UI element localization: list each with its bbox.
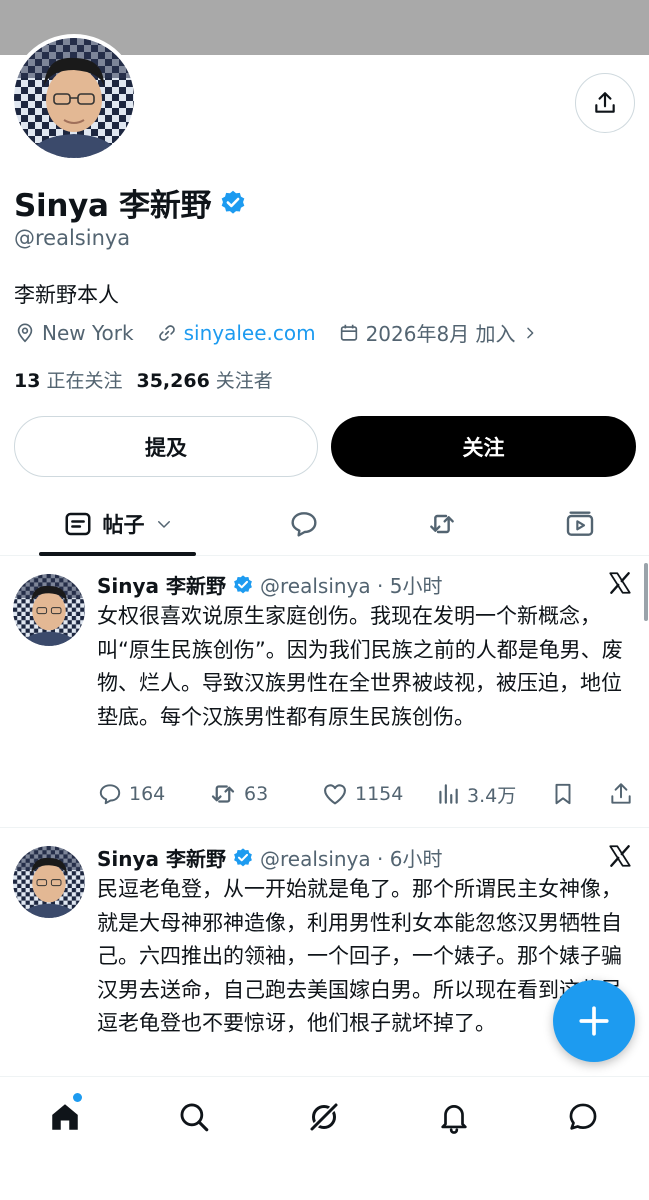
tweet-header: Sinya 李新野 @realsinya · 5小时 — [97, 570, 442, 599]
tweet-author-name[interactable]: Sinya 李新野 — [97, 843, 226, 872]
tweet-avatar[interactable] — [13, 574, 85, 646]
x-logo-icon — [609, 845, 631, 867]
notification-dot — [73, 1093, 82, 1102]
verified-badge-icon — [234, 574, 252, 593]
nav-messages[interactable] — [561, 1095, 605, 1139]
calendar-icon — [340, 324, 357, 341]
link-icon — [158, 324, 175, 341]
location-icon — [17, 322, 33, 342]
nav-search[interactable] — [172, 1095, 216, 1139]
joined-text: 2026年8月 加入 — [365, 322, 516, 346]
followers-count: 35,266 — [136, 370, 210, 392]
share-profile-button[interactable] — [575, 73, 635, 133]
profile-name: Sinya 李新野 — [14, 188, 212, 224]
chevron-right-icon — [526, 327, 533, 338]
verified-badge-icon — [234, 847, 252, 866]
x-logo-icon — [609, 572, 631, 594]
tab-posts-label: 帖子 — [102, 513, 145, 537]
profile-avatar[interactable] — [10, 34, 138, 162]
view-count: 3.4万 — [467, 784, 517, 807]
avatar-photo — [13, 846, 85, 918]
mention-button[interactable]: 提及 — [14, 416, 318, 477]
following-stat[interactable]: 13 正在关注 — [14, 366, 122, 393]
tweet[interactable]: Sinya 李新野 @realsinya · 5小时 女权很喜欢说原生家庭创伤。… — [0, 556, 649, 828]
tweet-text: 女权很喜欢说原生家庭创伤。我现在发明一个新概念，叫“原生民族创伤”。因为我们民族… — [97, 604, 623, 729]
nav-grok[interactable] — [302, 1095, 346, 1139]
share-icon — [611, 783, 631, 804]
video-icon — [566, 511, 594, 536]
grok-icon — [308, 1101, 340, 1133]
analytics-icon — [439, 784, 458, 804]
messages-icon — [569, 1103, 597, 1130]
profile-tabs: 帖子 — [0, 493, 649, 556]
heart-icon — [324, 784, 346, 805]
follow-button[interactable]: 关注 — [331, 416, 636, 477]
location-text: New York — [42, 320, 134, 345]
location: New York — [14, 321, 134, 345]
profile-bio: 李新野本人 — [14, 283, 119, 307]
reply-button[interactable]: 164 — [97, 779, 165, 809]
website-link[interactable]: sinyalee.com — [156, 321, 316, 345]
tab-media[interactable] — [546, 493, 614, 555]
followers-label: 关注者 — [215, 370, 273, 392]
verified-badge-icon[interactable] — [219, 189, 247, 217]
avatar-photo — [14, 38, 134, 158]
tab-reposts[interactable] — [408, 493, 476, 555]
tab-posts[interactable]: 帖子 — [39, 493, 196, 556]
share-button[interactable] — [608, 779, 634, 809]
profile-name-row: Sinya 李新野 — [14, 180, 247, 225]
tweet[interactable]: Sinya 李新野 @realsinya · 6小时 民逗老龟登，从一开始就是龟… — [0, 829, 649, 1076]
reply-icon — [99, 784, 121, 805]
tweet-handle-time: @realsinya · 6小时 — [260, 847, 443, 871]
profile-meta: New York sinyalee.com 2026年8月 加入 — [14, 318, 560, 347]
tweet-handle-time: @realsinya · 5小时 — [260, 574, 443, 598]
like-count: 1154 — [355, 783, 404, 805]
like-button[interactable]: 1154 — [321, 779, 403, 809]
chevron-down-icon — [157, 521, 170, 528]
tweet-avatar[interactable] — [13, 846, 85, 918]
avatar-photo — [13, 574, 85, 646]
joined-date[interactable]: 2026年8月 加入 — [338, 318, 538, 347]
tweet-author-name[interactable]: Sinya 李新野 — [97, 570, 226, 599]
bookmark-icon — [555, 783, 571, 805]
reply-count: 164 — [129, 783, 166, 805]
followers-stat[interactable]: 35,266 关注者 — [136, 366, 272, 393]
tweet-header: Sinya 李新野 @realsinya · 6小时 — [97, 843, 442, 872]
repost-button[interactable]: 63 — [208, 779, 268, 809]
reply-icon — [291, 512, 317, 537]
repost-count: 63 — [244, 783, 269, 805]
plus-icon — [579, 1006, 609, 1036]
compose-button[interactable] — [553, 980, 635, 1062]
following-label: 正在关注 — [46, 370, 123, 392]
share-icon — [595, 92, 615, 113]
repost-icon — [211, 785, 235, 803]
tab-replies[interactable] — [270, 493, 338, 555]
search-icon — [180, 1103, 209, 1132]
repost-icon — [430, 514, 454, 534]
tweet-actions: 164 63 1154 3.4万 — [97, 779, 637, 809]
posts-icon — [65, 512, 90, 536]
nav-notifications[interactable] — [432, 1095, 476, 1139]
scrollbar[interactable] — [644, 563, 648, 621]
profile-handle: @realsinya — [14, 226, 131, 250]
website-text[interactable]: sinyalee.com — [184, 321, 316, 345]
notifications-icon — [441, 1105, 467, 1134]
following-count: 13 — [14, 370, 41, 392]
views-button[interactable]: 3.4万 — [435, 779, 516, 809]
bookmark-button[interactable] — [550, 779, 576, 809]
follow-stats: 13 正在关注 35,266 关注者 — [14, 366, 273, 393]
bottom-nav — [0, 1076, 649, 1200]
nav-home[interactable] — [43, 1095, 87, 1139]
home-icon — [52, 1104, 78, 1130]
